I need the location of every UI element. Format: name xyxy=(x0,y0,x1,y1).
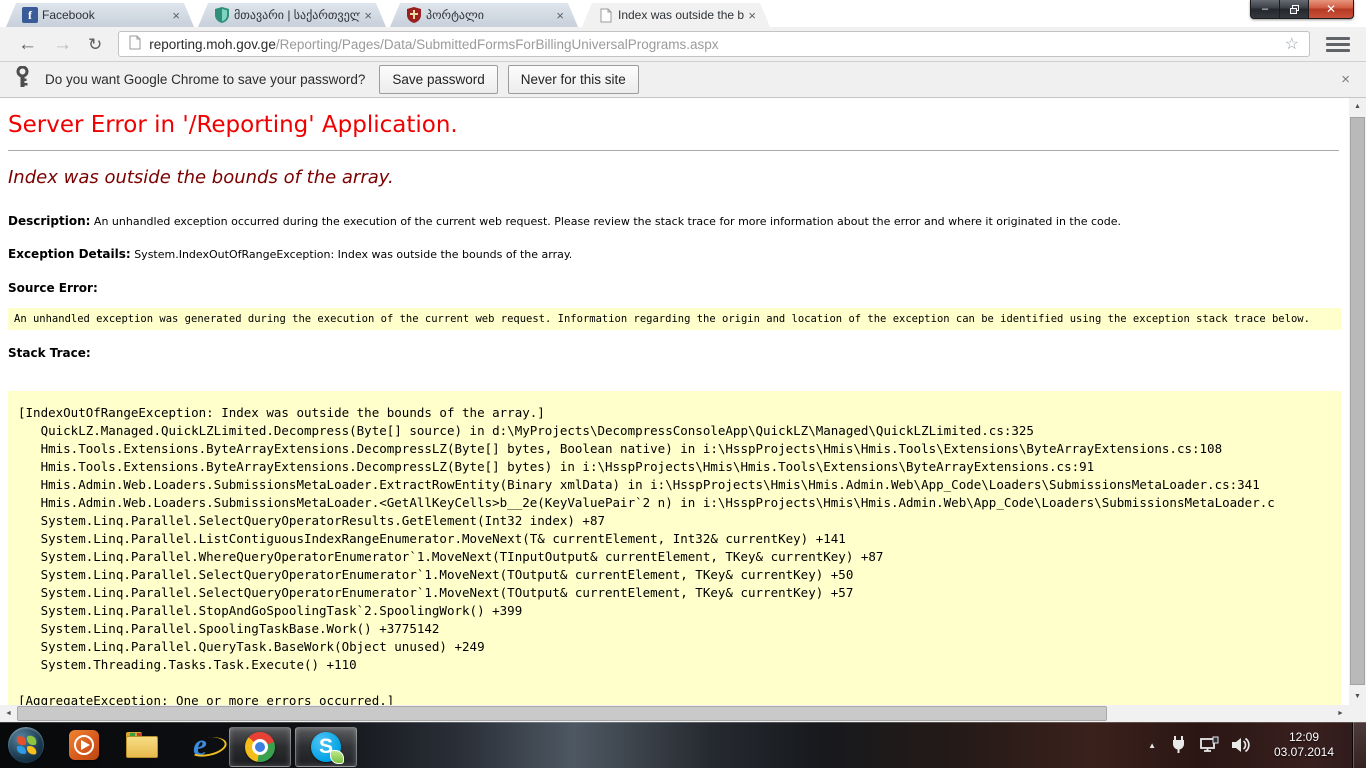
media-player-icon xyxy=(69,730,99,760)
taskbar-item-explorer[interactable] xyxy=(113,722,171,768)
taskbar-item-chrome-active[interactable] xyxy=(229,727,291,767)
description-text: An unhandled exception occurred during t… xyxy=(94,215,1121,228)
folder-icon xyxy=(126,732,158,758)
url-path: /Reporting/Pages/Data/SubmittedFormsForB… xyxy=(276,37,719,52)
restore-button[interactable] xyxy=(1280,0,1308,19)
save-password-button[interactable]: Save password xyxy=(379,65,497,94)
hidden-icons-chevron-icon[interactable]: ▲ xyxy=(1148,741,1156,750)
clock-date: 03.07.2014 xyxy=(1264,745,1344,760)
scroll-up-arrow-icon[interactable]: ▲ xyxy=(1349,98,1366,115)
stack-trace-text: [IndexOutOfRangeException: Index was out… xyxy=(18,404,1335,705)
source-error-box: An unhandled exception was generated dur… xyxy=(8,308,1341,330)
reload-button[interactable]: ↻ xyxy=(88,36,102,53)
network-icon[interactable] xyxy=(1199,736,1219,754)
divider xyxy=(8,150,1339,151)
blank-page-favicon-icon xyxy=(598,7,614,23)
scroll-right-arrow-icon[interactable]: ► xyxy=(1332,705,1349,722)
georgia-emblem-favicon-icon xyxy=(406,7,422,23)
tab-error-page-active[interactable]: Index was outside the bou × xyxy=(582,3,770,27)
skype-icon: S xyxy=(311,732,341,762)
tab-facebook[interactable]: f Facebook × xyxy=(6,3,194,27)
vertical-scrollbar-thumb[interactable] xyxy=(1350,117,1365,685)
exception-details-label: Exception Details: xyxy=(8,247,131,261)
never-for-this-site-button[interactable]: Never for this site xyxy=(508,65,639,94)
windows-logo-icon xyxy=(17,735,36,754)
chrome-menu-button[interactable] xyxy=(1326,37,1350,52)
address-bar[interactable]: reporting.moh.gov.ge/Reporting/Pages/Dat… xyxy=(118,31,1310,57)
volume-icon[interactable] xyxy=(1231,736,1250,754)
tab-title: Index was outside the bou xyxy=(618,8,744,22)
source-error-label: Source Error: xyxy=(8,281,98,295)
tab-title: პორტალი xyxy=(426,8,552,22)
facebook-favicon-icon: f xyxy=(22,7,38,23)
tab-close-icon[interactable]: × xyxy=(748,9,756,22)
taskbar-item-skype-active[interactable]: S xyxy=(295,727,357,767)
chrome-icon xyxy=(245,732,275,762)
tab-close-icon[interactable]: × xyxy=(364,9,372,22)
description-label: Description: xyxy=(8,214,90,228)
internet-explorer-icon: e xyxy=(193,730,207,760)
power-plug-icon[interactable] xyxy=(1170,735,1187,755)
forward-button[interactable]: → xyxy=(53,35,72,54)
tab-title: Facebook xyxy=(42,8,168,22)
browser-tab-strip: f Facebook × მთავარი | საქართველო × პორტ… xyxy=(0,0,1366,27)
restore-icon xyxy=(1290,5,1299,14)
clock-time: 12:09 xyxy=(1264,730,1344,745)
taskbar-item-media-player[interactable] xyxy=(55,722,113,768)
system-tray: ▲ 12:09 03.07.2014 xyxy=(1148,722,1366,768)
save-password-infobar: Do you want Google Chrome to save your p… xyxy=(0,62,1366,98)
stack-trace-box: [IndexOutOfRangeException: Index was out… xyxy=(8,391,1341,705)
horizontal-scrollbar[interactable]: ◄ ► xyxy=(0,705,1349,722)
stack-trace-label: Stack Trace: xyxy=(8,346,91,360)
key-icon xyxy=(16,66,29,93)
start-button[interactable] xyxy=(7,726,45,764)
url-host: reporting.moh.gov.ge xyxy=(149,37,276,52)
taskbar-item-internet-explorer[interactable]: e xyxy=(171,722,229,768)
back-button[interactable]: ← xyxy=(18,35,37,54)
vertical-scrollbar[interactable]: ▲ ▼ xyxy=(1349,98,1366,705)
browser-toolbar: ← → ↻ reporting.moh.gov.ge/Reporting/Pag… xyxy=(0,27,1366,62)
show-desktop-button[interactable] xyxy=(1352,722,1366,768)
bookmark-star-icon[interactable]: ☆ xyxy=(1285,34,1299,54)
error-page-subtitle: Index was outside the bounds of the arra… xyxy=(8,167,1339,188)
infobar-close-icon[interactable]: × xyxy=(1341,71,1350,88)
page-icon xyxy=(129,35,141,53)
minimize-button[interactable]: – xyxy=(1250,0,1280,19)
taskbar-clock[interactable]: 12:09 03.07.2014 xyxy=(1264,730,1344,760)
tab-portali[interactable]: პორტალი × xyxy=(390,3,578,27)
tab-mtavari[interactable]: მთავარი | საქართველო × xyxy=(198,3,386,27)
horizontal-scrollbar-thumb[interactable] xyxy=(17,706,1107,721)
scroll-down-arrow-icon[interactable]: ▼ xyxy=(1349,688,1366,705)
window-controls: – ✕ xyxy=(1250,0,1354,19)
scrollbar-corner xyxy=(1349,705,1366,722)
new-tab-button[interactable] xyxy=(774,8,811,23)
error-page-content: Server Error in '/Reporting' Application… xyxy=(0,98,1349,705)
tab-close-icon[interactable]: × xyxy=(556,9,564,22)
tab-close-icon[interactable]: × xyxy=(172,9,180,22)
close-window-button[interactable]: ✕ xyxy=(1308,0,1354,19)
exception-details-text: System.IndexOutOfRangeException: Index w… xyxy=(134,248,572,261)
infobar-message: Do you want Google Chrome to save your p… xyxy=(45,72,365,87)
shield-favicon-icon xyxy=(214,7,230,23)
taskbar: e S ▲ 12:09 03.07.2014 xyxy=(0,722,1366,768)
tab-title: მთავარი | საქართველო xyxy=(234,8,360,22)
error-page-title: Server Error in '/Reporting' Application… xyxy=(8,112,1339,138)
scroll-left-arrow-icon[interactable]: ◄ xyxy=(0,705,17,722)
